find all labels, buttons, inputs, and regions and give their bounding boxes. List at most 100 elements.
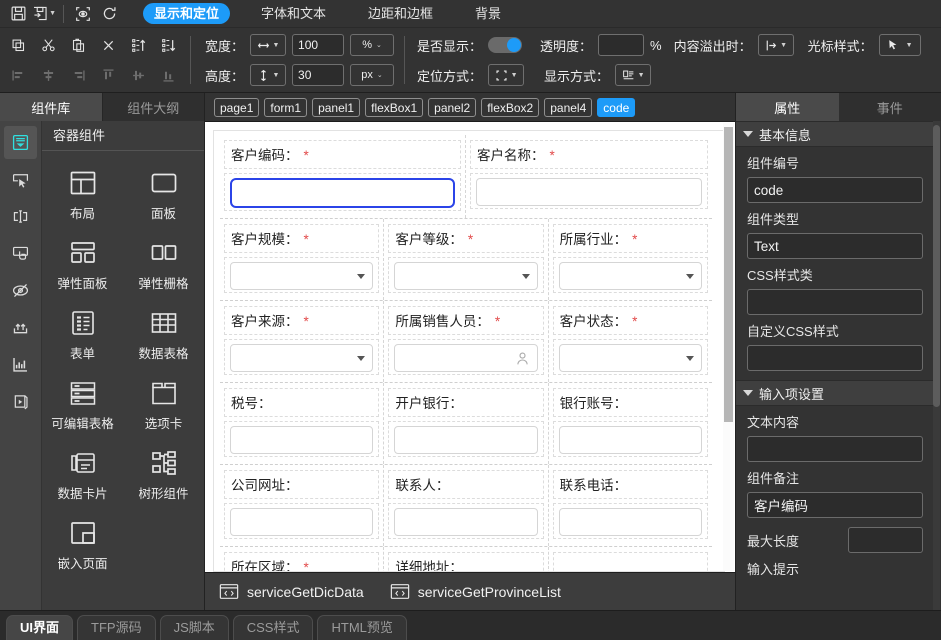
media-icon[interactable] xyxy=(4,385,37,418)
customer-name-input[interactable] xyxy=(476,178,702,206)
component-data-card[interactable]: 数据卡片 xyxy=(42,439,123,509)
component-editable-table[interactable]: 可编辑表格 xyxy=(42,369,123,439)
preview-icon[interactable] xyxy=(71,3,95,25)
section-input-settings[interactable]: 输入项设置 xyxy=(736,380,934,406)
field-region[interactable]: 所在区域： * xyxy=(220,547,385,571)
max-length-input[interactable] xyxy=(848,527,923,553)
height-mode-button[interactable]: ▼ xyxy=(250,64,287,86)
breadcrumb-page1[interactable]: page1 xyxy=(214,97,260,117)
tab-events[interactable]: 事件 xyxy=(839,93,941,121)
tab-properties[interactable]: 属性 xyxy=(736,93,839,121)
field-customer-source[interactable]: 客户来源： * xyxy=(220,301,385,382)
width-unit-select[interactable]: % ⌄ xyxy=(350,34,395,56)
align-middle-v-icon[interactable] xyxy=(126,64,150,86)
tab-display-position[interactable]: 显示和定位 xyxy=(143,3,231,24)
component-tabs[interactable]: 选项卡 xyxy=(123,369,204,439)
button-icon[interactable] xyxy=(4,237,37,270)
hidden-icon[interactable] xyxy=(4,274,37,307)
input-icon[interactable] xyxy=(4,200,37,233)
visible-toggle[interactable] xyxy=(488,37,523,53)
customer-code-input[interactable] xyxy=(230,178,455,208)
company-website-input[interactable] xyxy=(230,508,374,536)
height-input[interactable] xyxy=(292,64,345,86)
field-customer-code[interactable]: 客户编码： * xyxy=(220,135,466,218)
breadcrumb-panel1[interactable]: panel1 xyxy=(312,97,361,117)
delete-icon[interactable] xyxy=(96,34,120,56)
customer-level-select[interactable] xyxy=(394,262,538,290)
text-content-input[interactable] xyxy=(747,436,923,462)
component-tree[interactable]: 树形组件 xyxy=(123,439,204,509)
field-detail-address[interactable]: 详细地址： xyxy=(384,547,549,571)
width-mode-button[interactable]: ▼ xyxy=(250,34,287,56)
breadcrumb-form1[interactable]: form1 xyxy=(264,97,308,117)
breadcrumb-panel2[interactable]: panel2 xyxy=(428,97,477,117)
component-flex-panel[interactable]: 弹性面板 xyxy=(42,229,123,299)
field-bank-name[interactable]: 开户银行： xyxy=(384,383,549,464)
status-tab-css[interactable]: CSS样式 xyxy=(232,615,314,640)
component-flex-grid[interactable]: 弹性栅格 xyxy=(123,229,204,299)
status-tab-tfp[interactable]: TFP源码 xyxy=(77,615,156,640)
field-customer-name[interactable]: 客户名称： * xyxy=(466,135,712,218)
properties-scrollbar[interactable] xyxy=(933,121,940,610)
sales-person-input[interactable] xyxy=(394,344,538,372)
position-mode-select[interactable]: ▼ xyxy=(488,64,525,86)
refresh-icon[interactable] xyxy=(97,3,121,25)
tab-font-text[interactable]: 字体和文本 xyxy=(250,3,337,24)
align-bottom-icon[interactable] xyxy=(156,64,180,86)
bank-account-input[interactable] xyxy=(558,426,702,454)
field-sales-person[interactable]: 所属销售人员： * xyxy=(384,301,549,382)
component-data-table[interactable]: 数据表格 xyxy=(123,299,204,369)
section-basic-info[interactable]: 基本信息 xyxy=(736,121,934,147)
breadcrumb-code[interactable]: code xyxy=(597,97,636,117)
save-icon[interactable] xyxy=(6,3,30,25)
breadcrumb-flexbox2[interactable]: flexBox2 xyxy=(481,97,540,117)
customer-scale-select[interactable] xyxy=(230,262,374,290)
contact-phone-input[interactable] xyxy=(558,508,702,536)
component-id-input[interactable]: code xyxy=(747,177,923,203)
status-tab-html[interactable]: HTML预览 xyxy=(317,615,407,640)
custom-css-input[interactable] xyxy=(747,345,923,371)
align-center-h-icon[interactable] xyxy=(36,64,60,86)
copy-icon[interactable] xyxy=(6,34,30,56)
customer-source-select[interactable] xyxy=(230,344,374,372)
breadcrumb-flexbox1[interactable]: flexBox1 xyxy=(365,97,424,117)
move-down-icon[interactable] xyxy=(156,34,180,56)
tab-component-library[interactable]: 组件库 xyxy=(0,93,103,121)
move-up-icon[interactable] xyxy=(126,34,150,56)
service-getdicdata[interactable]: serviceGetDicData xyxy=(219,583,364,600)
properties-scrollbar-thumb[interactable] xyxy=(933,125,940,407)
overflow-select[interactable]: ▼ xyxy=(757,34,794,56)
tab-component-outline[interactable]: 组件大纲 xyxy=(103,93,205,121)
component-remark-input[interactable]: 客户编码 xyxy=(747,492,923,518)
height-unit-select[interactable]: px ⌄ xyxy=(350,64,395,86)
field-contact-phone[interactable]: 联系电话： xyxy=(549,465,712,546)
selection-icon[interactable] xyxy=(4,163,37,196)
opacity-input[interactable] xyxy=(598,34,645,56)
canvas-scrollbar[interactable] xyxy=(723,123,734,571)
component-panel[interactable]: 面板 xyxy=(123,159,204,229)
field-bank-account[interactable]: 银行账号： xyxy=(549,383,712,464)
field-industry[interactable]: 所属行业： * xyxy=(549,219,712,300)
upload-icon[interactable] xyxy=(4,311,37,344)
component-layout[interactable]: 布局 xyxy=(42,159,123,229)
field-customer-level[interactable]: 客户等级： * xyxy=(384,219,549,300)
cut-icon[interactable] xyxy=(36,34,60,56)
canvas-scrollbar-thumb[interactable] xyxy=(724,127,733,422)
bank-name-input[interactable] xyxy=(394,426,538,454)
align-top-icon[interactable] xyxy=(96,64,120,86)
cursor-style-select[interactable]: ▼ xyxy=(878,34,921,56)
field-tax-number[interactable]: 税号： xyxy=(220,383,385,464)
field-customer-status[interactable]: 客户状态： * xyxy=(549,301,712,382)
contact-person-input[interactable] xyxy=(394,508,538,536)
align-left-icon[interactable] xyxy=(6,64,30,86)
status-tab-ui[interactable]: UI界面 xyxy=(6,615,74,640)
field-contact-person[interactable]: 联系人： xyxy=(384,465,549,546)
component-iframe[interactable]: 嵌入页面 xyxy=(42,509,123,579)
customer-status-select[interactable] xyxy=(558,344,702,372)
status-tab-js[interactable]: JS脚本 xyxy=(159,615,229,640)
component-type-input[interactable]: Text xyxy=(747,233,923,259)
industry-select[interactable] xyxy=(558,262,702,290)
form-container[interactable]: 客户编码： * 客户名称： * 客户规模： * 客户等级： * 所属行业： * … xyxy=(213,130,725,572)
container-icon[interactable] xyxy=(4,126,37,159)
component-form[interactable]: 表单 xyxy=(42,299,123,369)
